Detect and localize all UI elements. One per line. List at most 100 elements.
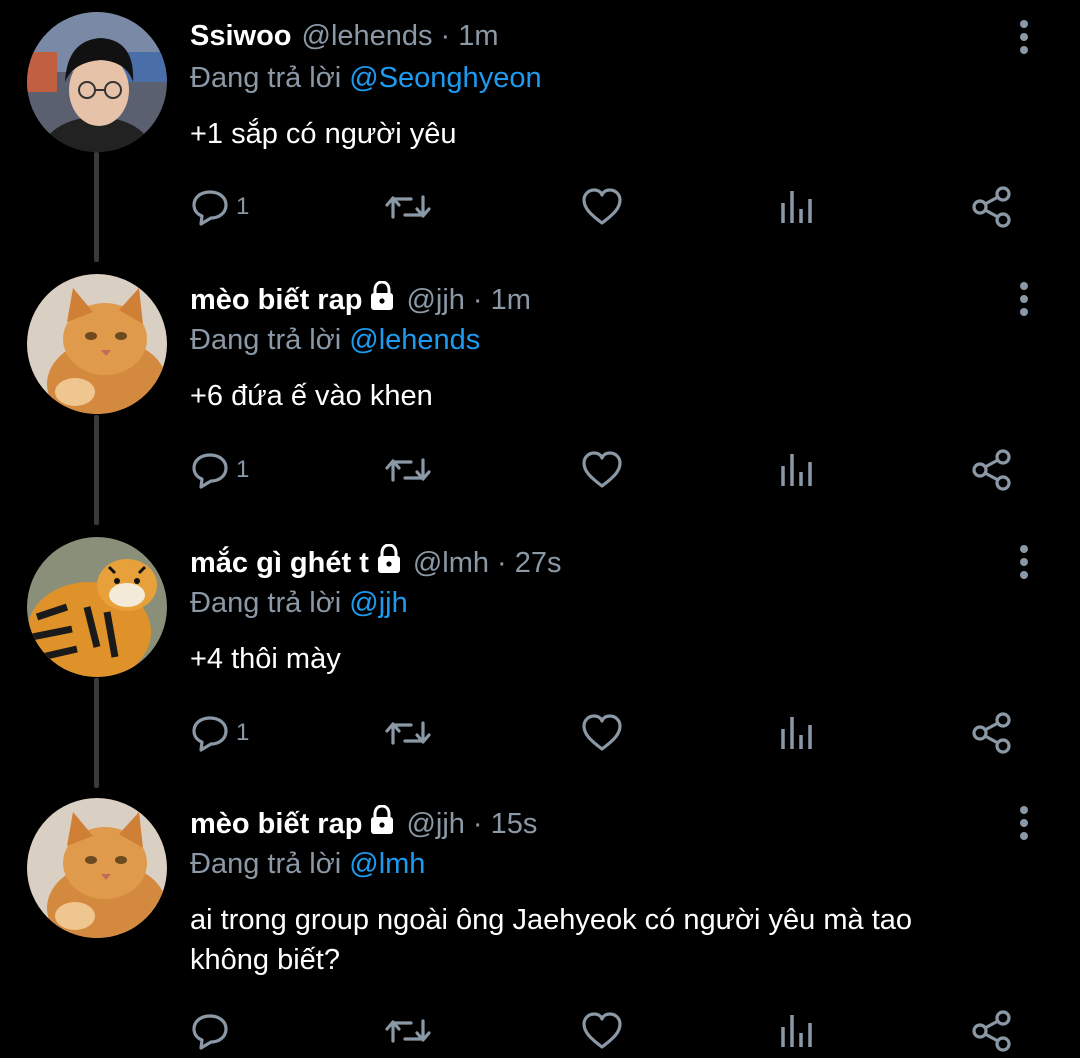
- reply-icon: [192, 453, 228, 489]
- avatar[interactable]: [27, 537, 167, 677]
- tweet[interactable]: mèo biết rap @jjh · 15s Đang trả lời @lm…: [0, 788, 1080, 1058]
- views-button[interactable]: [778, 1006, 818, 1056]
- reply-button[interactable]: 1: [190, 708, 249, 758]
- handle[interactable]: @lmh: [413, 547, 489, 580]
- tweet-header: Ssiwoo @lehends · 1m: [190, 16, 499, 56]
- avatar-image: [27, 274, 167, 414]
- display-name[interactable]: mèo biết rap: [190, 284, 362, 317]
- views-icon: [781, 454, 812, 486]
- share-button[interactable]: [970, 182, 1014, 232]
- like-icon: [582, 188, 622, 225]
- views-button[interactable]: [778, 445, 818, 495]
- timestamp[interactable]: 15s: [491, 808, 538, 841]
- tweet-text: +4 thôi mày: [190, 643, 341, 675]
- reply-icon: [192, 190, 228, 226]
- separator-dot: ·: [497, 546, 507, 579]
- share-button[interactable]: [970, 1006, 1014, 1056]
- views-icon: [781, 191, 812, 223]
- avatar[interactable]: [27, 12, 167, 152]
- retweet-icon: [385, 721, 431, 745]
- avatar-image: [27, 798, 167, 938]
- replying-to: Đang trả lời @jjh: [190, 587, 408, 620]
- like-button[interactable]: [580, 182, 624, 232]
- tweet-text-line: ai trong group ngoài ông Jaehyeok có ngư…: [190, 904, 913, 936]
- display-name[interactable]: Ssiwoo: [190, 20, 292, 53]
- mention-link[interactable]: @lmh: [349, 848, 425, 880]
- more-icon[interactable]: [1012, 543, 1036, 583]
- timestamp[interactable]: 1m: [458, 20, 498, 53]
- like-icon: [582, 451, 622, 488]
- tweet[interactable]: mắc gì ghét t @lmh · 27s Đang trả lời @j…: [0, 525, 1080, 788]
- avatar[interactable]: [27, 798, 167, 938]
- tweet[interactable]: Ssiwoo @lehends · 1m Đang trả lời @Seong…: [0, 0, 1080, 262]
- reply-button[interactable]: 1: [190, 445, 249, 495]
- share-button[interactable]: [970, 445, 1014, 495]
- replying-to: Đang trả lời @Seonghyeon: [190, 62, 542, 95]
- display-name[interactable]: mắc gì ghét t: [190, 547, 369, 580]
- action-bar: 1: [0, 708, 1080, 758]
- mention-link[interactable]: @jjh: [349, 587, 407, 619]
- tweet-header: mèo biết rap @jjh · 1m: [190, 280, 531, 320]
- like-button[interactable]: [580, 708, 624, 758]
- replying-to: Đang trả lời @lmh: [190, 848, 425, 881]
- tweet-text-line: không biết?: [190, 944, 340, 976]
- handle[interactable]: @lehends: [302, 20, 433, 53]
- action-bar: 1: [0, 182, 1080, 232]
- reply-count: 1: [236, 193, 250, 220]
- separator-dot: ·: [440, 19, 451, 52]
- retweet-button[interactable]: [383, 182, 433, 232]
- more-icon[interactable]: [1012, 280, 1036, 320]
- display-name[interactable]: mèo biết rap: [190, 808, 362, 841]
- mention-link[interactable]: @Seonghyeon: [349, 62, 541, 94]
- lock-icon: [368, 804, 396, 843]
- retweet-icon: [385, 458, 431, 482]
- lock-icon: [368, 280, 396, 319]
- reply-icon: [192, 716, 228, 752]
- reply-button[interactable]: 1: [190, 182, 249, 232]
- views-icon: [781, 1015, 812, 1047]
- like-button[interactable]: [580, 1006, 624, 1056]
- reply-icon: [192, 1014, 228, 1050]
- handle[interactable]: @jjh: [406, 808, 464, 841]
- share-button[interactable]: [970, 708, 1014, 758]
- retweet-icon: [385, 195, 431, 219]
- handle[interactable]: @jjh: [406, 284, 464, 317]
- timestamp[interactable]: 1m: [491, 284, 531, 317]
- retweet-button[interactable]: [383, 708, 433, 758]
- retweet-button[interactable]: [383, 1006, 433, 1056]
- views-button[interactable]: [778, 708, 818, 758]
- replying-prefix: Đang trả lời: [190, 62, 342, 94]
- more-icon[interactable]: [1012, 18, 1036, 58]
- replying-prefix: Đang trả lời: [190, 324, 342, 356]
- more-icon[interactable]: [1012, 804, 1036, 844]
- mention-link[interactable]: @lehends: [349, 324, 480, 356]
- reply-count: 1: [236, 719, 250, 746]
- share-icon: [972, 449, 1011, 491]
- replying-to: Đang trả lời @lehends: [190, 324, 480, 357]
- tweet-header: mắc gì ghét t @lmh · 27s: [190, 543, 561, 583]
- tweet-text: +1 sắp có người yêu: [190, 118, 457, 150]
- separator-dot: ·: [472, 807, 483, 840]
- separator-dot: ·: [472, 283, 483, 316]
- action-bar: 1: [0, 445, 1080, 495]
- like-icon: [582, 1012, 622, 1049]
- tweet-text: +6 đứa ế vào khen: [190, 380, 433, 412]
- avatar[interactable]: [27, 274, 167, 414]
- share-icon: [972, 712, 1011, 754]
- reply-button[interactable]: [190, 1006, 236, 1056]
- like-button[interactable]: [580, 445, 624, 495]
- views-button[interactable]: [778, 182, 818, 232]
- tweet-header: mèo biết rap @jjh · 15s: [190, 804, 537, 844]
- avatar-image: [27, 12, 167, 152]
- replying-prefix: Đang trả lời: [190, 848, 342, 880]
- avatar-image: [27, 537, 167, 677]
- tweet[interactable]: mèo biết rap @jjh · 1m Đang trả lời @leh…: [0, 262, 1080, 525]
- timestamp[interactable]: 27s: [515, 547, 562, 580]
- like-icon: [582, 714, 622, 751]
- retweet-icon: [385, 1019, 431, 1043]
- share-icon: [972, 186, 1011, 228]
- retweet-button[interactable]: [383, 445, 433, 495]
- views-icon: [781, 717, 812, 749]
- replying-prefix: Đang trả lời: [190, 587, 342, 619]
- reply-count: 1: [236, 456, 250, 483]
